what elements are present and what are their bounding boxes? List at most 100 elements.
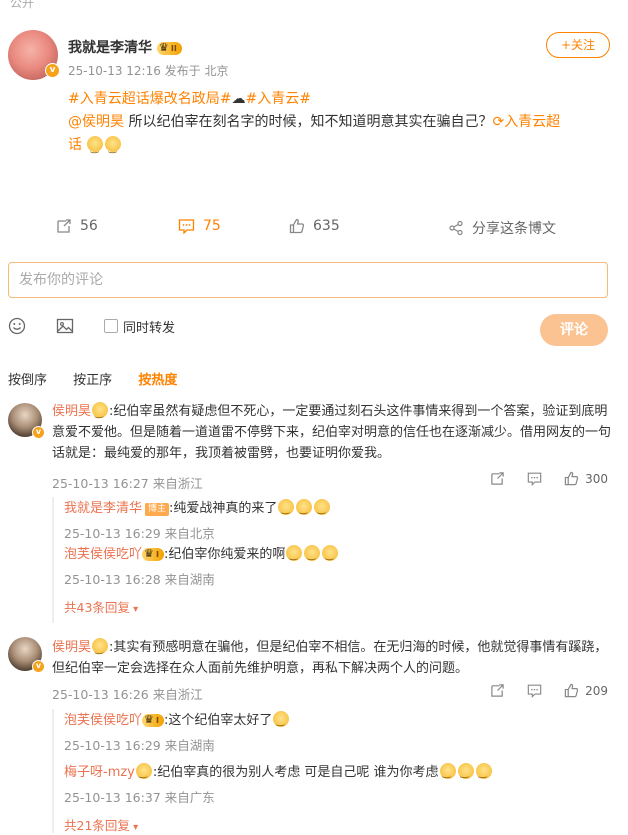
reply-list: 我就是李清华博主:纯爱战神真的来了 25-10-13 16:29 来自北京 泡芙… — [52, 497, 612, 623]
comment-content: :其实有预感明意在骗他，但是纪伯宰不相信。在无归海的时候，他就觉得事情有蹊跷，但… — [52, 640, 608, 676]
verified-icon: v — [32, 426, 45, 439]
topic-tag[interactable]: #入青云超话爆改名政局# — [68, 91, 231, 107]
repost-checkbox-label[interactable]: 同时转发 — [123, 317, 175, 336]
commenter-name[interactable]: 侯明昊 — [52, 640, 91, 655]
emoji-icon — [87, 136, 104, 160]
reply-user[interactable]: 我就是李清华 — [64, 501, 142, 516]
comment-actions: 300 — [468, 471, 608, 486]
author-name[interactable]: 我就是李清华 — [68, 40, 152, 56]
emoji-icon — [322, 545, 339, 566]
post-text: #入青云超话爆改名政局#☁#入青云# @侯明昊 所以纪伯宰在刻名字的时候，知不知… — [68, 88, 608, 160]
emoji-icon — [314, 499, 331, 520]
comment-meta: 25-10-13 16:27 来自浙江 — [52, 476, 203, 491]
tab-normal-order[interactable]: 按正序 — [73, 373, 112, 388]
emoji-icon — [304, 545, 321, 566]
reply-meta: 25-10-13 16:37 来自广东 — [64, 790, 215, 805]
emoji-icon — [296, 499, 313, 520]
post-action-bar: 56 75 635 分享这条博文 — [0, 218, 628, 244]
tab-reverse-order[interactable]: 按倒序 — [8, 373, 47, 388]
level-badge-icon: I — [142, 713, 164, 727]
comment-icon[interactable] — [527, 471, 542, 486]
comment-content: :纪伯宰虽然有疑虑但不死心，一定要通过刻石头这件事情来得到一个答案，验证到底明意… — [52, 404, 612, 461]
mention-link[interactable]: @侯明昊 — [68, 114, 124, 130]
emoji-icon — [278, 499, 295, 520]
crown-emoji-icon — [92, 402, 109, 424]
commenter-avatar[interactable]: v — [8, 637, 45, 673]
like-count: 209 — [585, 683, 608, 698]
reply-content: :纯爱战神真的来了 — [169, 501, 278, 516]
repost-icon — [57, 219, 71, 233]
reply-content: :这个纪伯宰太好了 — [164, 713, 273, 728]
cloud-icon: ☁ — [231, 91, 246, 107]
comment-text: 侯明昊:纪伯宰虽然有疑虑但不死心，一定要通过刻石头这件事情来得到一个答案，验证到… — [52, 401, 612, 464]
crown-emoji-icon — [92, 638, 109, 660]
sort-tabs: 按倒序 按正序 按热度 — [8, 369, 199, 388]
emoji-icon — [475, 763, 492, 784]
comment-toolbar: 同时转发 评论 — [0, 314, 628, 346]
emoji-icon — [457, 763, 474, 784]
more-replies-link[interactable]: 共21条回复 — [64, 815, 138, 834]
comment-icon — [178, 219, 195, 234]
reply-content: :纪伯宰真的很为别人考虑 可是自己呢 谁为你考虑 — [152, 765, 439, 780]
level-badge-icon: II — [156, 41, 182, 55]
supertopic-link[interactable]: 入青云超 — [504, 114, 560, 130]
repost-icon[interactable] — [490, 683, 505, 698]
supertopic-link-end[interactable]: 话 — [68, 137, 82, 153]
verified-icon: v — [32, 660, 45, 673]
comment-input[interactable]: 发布你的评论 — [8, 262, 608, 298]
follow-button[interactable]: +关注 — [546, 32, 610, 58]
author-avatar[interactable]: v — [8, 30, 60, 80]
commenter-avatar[interactable]: v — [8, 403, 45, 439]
author-badge: 博主 — [145, 503, 170, 516]
comment-actions: 209 — [468, 683, 608, 698]
repost-checkbox[interactable] — [104, 319, 118, 333]
post-author[interactable]: 我就是李清华 II — [68, 37, 182, 57]
share-label: 分享这条博文 — [472, 221, 556, 237]
supertopic-icon: ⟳ — [492, 114, 505, 130]
share-button[interactable]: 分享这条博文 — [448, 218, 556, 238]
like-button[interactable]: 635 — [289, 218, 340, 234]
like-count: 300 — [585, 471, 608, 486]
topic-tag-2[interactable]: #入青云# — [245, 91, 310, 107]
crown-emoji-icon — [135, 763, 152, 784]
submit-comment-button[interactable]: 评论 — [540, 314, 608, 346]
reply-meta: 25-10-13 16:29 来自湖南 — [64, 738, 215, 753]
emoji-icon — [286, 545, 303, 566]
comment-count: 75 — [203, 218, 221, 234]
reply-user[interactable]: 泡芙侯侯吃吖 — [64, 713, 142, 728]
repost-button[interactable]: 56 — [56, 218, 98, 234]
reply-item: 我就是李清华博主:纯爱战神真的来了 25-10-13 16:29 来自北京 — [64, 499, 604, 542]
thumbs-up-icon[interactable] — [564, 683, 579, 698]
reply-list: 泡芙侯侯吃吖I:这个纪伯宰太好了 25-10-13 16:29 来自湖南 梅子呀… — [52, 709, 612, 833]
repost-icon[interactable] — [490, 471, 505, 486]
reply-item: 梅子呀-mzy :纪伯宰真的很为别人考虑 可是自己呢 谁为你考虑 25-10-13… — [64, 763, 604, 806]
image-picker-icon — [56, 318, 74, 334]
more-replies-link[interactable]: 共43条回复 — [64, 597, 138, 616]
emoji-picker-icon — [8, 317, 26, 335]
post-meta: 25-10-13 12:16 发布于 北京 — [68, 64, 229, 78]
repost-count: 56 — [80, 218, 98, 234]
reply-user[interactable]: 梅子呀-mzy — [64, 765, 135, 780]
reply-item: 泡芙侯侯吃吖I:这个纪伯宰太好了 25-10-13 16:29 来自湖南 — [64, 711, 604, 754]
thumbs-up-icon — [289, 218, 305, 234]
like-count: 635 — [313, 218, 340, 234]
comment-button[interactable]: 75 — [178, 218, 221, 234]
commenter-name[interactable]: 侯明昊 — [52, 404, 91, 419]
reply-meta: 25-10-13 16:28 来自湖南 — [64, 572, 215, 587]
reply-meta: 25-10-13 16:29 来自北京 — [64, 526, 215, 541]
level-badge-icon: I — [142, 547, 164, 561]
comment-text: 侯明昊:其实有预感明意在骗他，但是纪伯宰不相信。在无归海的时候，他就觉得事情有蹊… — [52, 637, 612, 679]
visibility-label: 公开 — [10, 0, 35, 10]
reply-item: 泡芙侯侯吃吖I:纪伯宰你纯爱来的啊 25-10-13 16:28 来自湖南 — [64, 545, 604, 588]
post-body: 所以纪伯宰在刻名字的时候，知不知道明意其实在骗自己？ — [124, 114, 493, 130]
share-icon — [449, 220, 463, 236]
emoji-icon — [273, 711, 290, 732]
reply-user[interactable]: 泡芙侯侯吃吖 — [64, 547, 142, 562]
comment-meta: 25-10-13 16:26 来自浙江 — [52, 687, 203, 702]
comment-icon[interactable] — [527, 683, 542, 698]
reply-content: :纪伯宰你纯爱来的啊 — [164, 547, 286, 562]
tab-hot-order[interactable]: 按热度 — [138, 373, 177, 388]
emoji-icon — [439, 763, 456, 784]
thumbs-up-icon[interactable] — [564, 471, 579, 486]
emoji-icon — [105, 136, 122, 160]
